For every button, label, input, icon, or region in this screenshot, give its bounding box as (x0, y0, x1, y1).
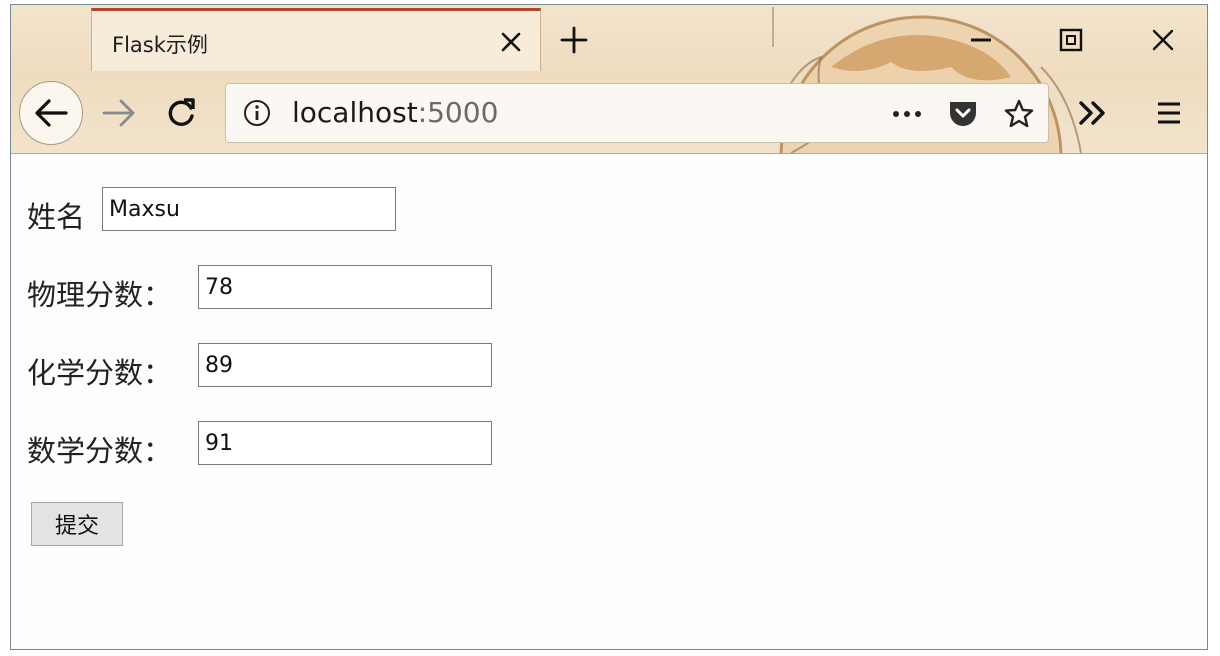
physics-score-label: 物理分数： (27, 278, 173, 312)
close-window-icon[interactable] (1145, 23, 1181, 57)
math-score-input[interactable] (198, 421, 492, 465)
minimize-icon[interactable] (963, 23, 999, 57)
more-actions-icon[interactable] (890, 97, 924, 131)
browser-chrome: Flask示例 localhost:5000 (11, 5, 1207, 154)
tab-active[interactable]: Flask示例 (91, 8, 541, 71)
url-host: localhost (292, 96, 418, 129)
maximize-icon[interactable] (1053, 23, 1089, 57)
reload-icon[interactable] (159, 91, 203, 135)
tab-title: Flask示例 (112, 33, 208, 57)
physics-score-input[interactable] (198, 265, 492, 309)
overflow-chevrons-icon[interactable] (1071, 91, 1115, 135)
submit-button[interactable]: 提交 (31, 502, 123, 546)
name-input[interactable] (102, 187, 396, 231)
info-icon[interactable] (242, 98, 272, 128)
math-score-label: 数学分数： (27, 434, 173, 468)
new-tab-icon[interactable] (557, 23, 591, 57)
page-content: 姓名 物理分数： 化学分数： 数学分数： 提交 (11, 154, 1207, 649)
back-arrow-icon[interactable] (19, 81, 83, 145)
url-port: :5000 (417, 96, 499, 129)
chemistry-score-input[interactable] (198, 343, 492, 387)
forward-arrow-icon[interactable] (97, 91, 141, 135)
bookmark-star-icon[interactable] (1002, 97, 1036, 131)
browser-window: Flask示例 localhost:5000 姓名 Maxsu 物理分数： 78… (10, 4, 1208, 650)
chemistry-score-label: 化学分数： (27, 356, 173, 390)
close-icon[interactable] (496, 27, 526, 57)
navigation-bar: localhost:5000 (11, 71, 1207, 153)
url-text[interactable]: localhost:5000 (292, 96, 498, 130)
tab-bar: Flask示例 (11, 5, 1207, 71)
hamburger-menu-icon[interactable] (1147, 91, 1191, 135)
pocket-icon[interactable] (946, 97, 980, 131)
url-bar[interactable]: localhost:5000 (225, 83, 1049, 143)
name-label: 姓名 (27, 200, 86, 234)
